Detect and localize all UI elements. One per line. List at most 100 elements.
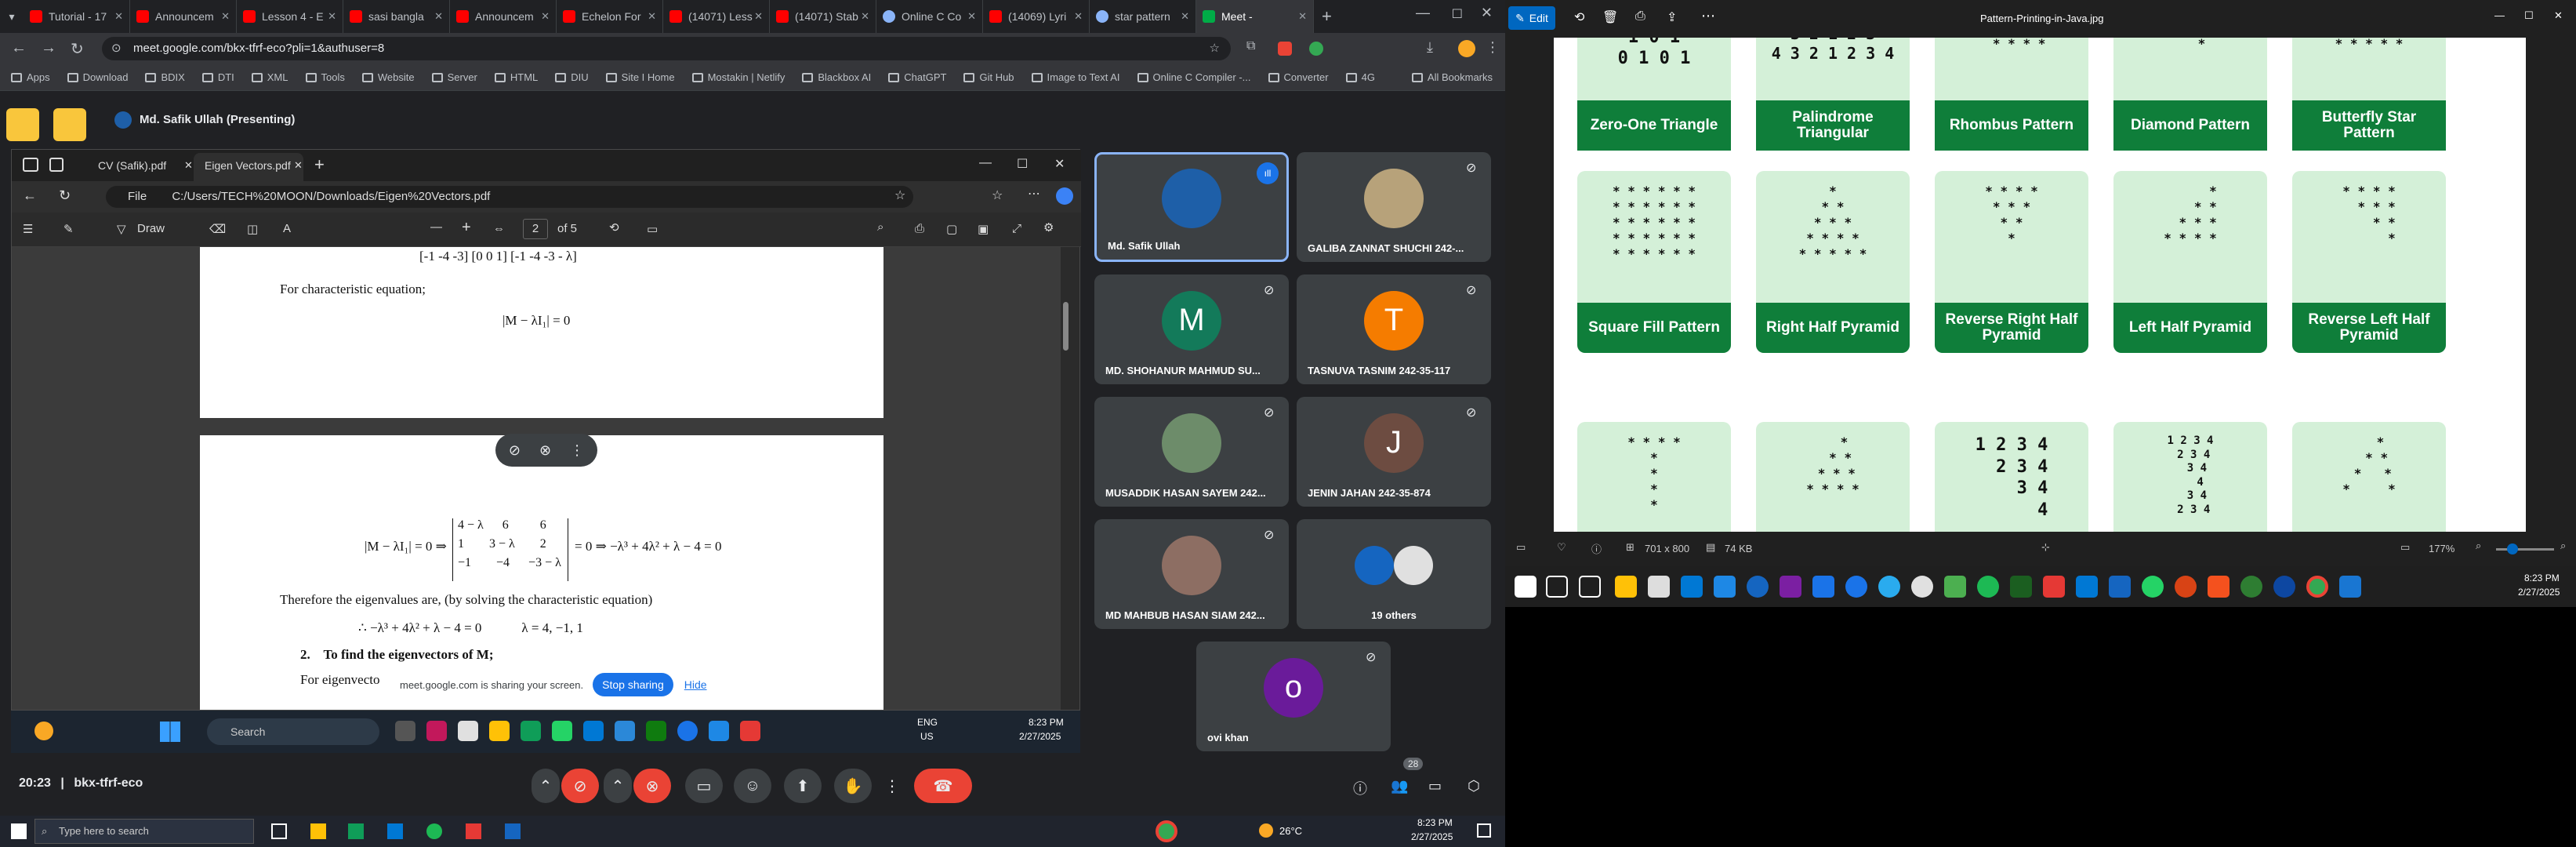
participant-tile[interactable]: J JENIN JAHAN 242-35-874 ⊘ — [1297, 397, 1491, 507]
info-icon[interactable]: ⓘ — [1591, 541, 1602, 556]
audio-options-icon[interactable]: ⌃ — [532, 769, 560, 803]
windows-start-icon[interactable] — [1515, 576, 1537, 598]
pdf-star-icon[interactable]: ☆ — [894, 187, 905, 203]
pdf-scrollbar[interactable] — [1061, 247, 1070, 710]
edge-icon[interactable] — [2273, 576, 2295, 598]
profile-avatar[interactable] — [1458, 40, 1475, 57]
tab-close-icon[interactable]: ✕ — [114, 10, 123, 23]
app-icon[interactable] — [2240, 576, 2262, 598]
pdf-minimize-button[interactable]: — — [979, 156, 992, 170]
info-icon[interactable]: ⓘ — [1353, 778, 1367, 798]
url-input[interactable]: ⊙ meet.google.com/bkx-tfrf-eco?pli=1&aut… — [102, 37, 1231, 60]
print-icon[interactable]: ⎙ — [1635, 9, 1645, 24]
people-icon[interactable]: 👥 — [1391, 778, 1408, 794]
tab-close-icon[interactable]: ✕ — [221, 10, 230, 23]
pdf-scroll-thumb[interactable] — [1063, 302, 1068, 351]
leave-call-button[interactable]: ☎ — [914, 769, 972, 803]
window-maximize-button[interactable]: ☐ — [1452, 6, 1463, 22]
present-screen-button[interactable]: ⬆ — [784, 769, 822, 803]
browser-tab[interactable]: sasi bangla ✕ — [343, 0, 450, 33]
windows-start-icon[interactable] — [11, 823, 27, 839]
app-icon[interactable] — [426, 721, 447, 741]
view-icon[interactable]: ◫ — [247, 222, 258, 236]
bookmark-item[interactable]: 4G — [1345, 71, 1375, 83]
app-icon[interactable] — [458, 721, 478, 741]
edit-button[interactable]: ✎ Edit — [1508, 6, 1555, 30]
browser-tab[interactable]: (14071) Stab ✕ — [770, 0, 876, 33]
back-icon[interactable]: ← — [11, 39, 27, 57]
browser-tab[interactable]: Meet - ✕ — [1196, 0, 1314, 33]
tab-close-icon[interactable]: ✕ — [328, 10, 336, 23]
raise-hand-button[interactable]: ✋ — [834, 769, 872, 803]
bookmark-item[interactable]: DTI — [201, 71, 234, 83]
taskbar-app-icon[interactable] — [348, 823, 364, 839]
extension-red-icon[interactable] — [1278, 42, 1292, 56]
app-icon[interactable] — [1944, 576, 1966, 598]
delete-icon[interactable]: 🗑 — [1602, 9, 1618, 25]
taskbar-app-icon[interactable] — [466, 823, 481, 839]
tab-close-icon[interactable]: ✕ — [541, 10, 550, 23]
app-icon[interactable] — [1845, 576, 1867, 598]
browser-tab[interactable]: Lesson 4 - E ✕ — [237, 0, 343, 33]
taskbar-app-icon[interactable] — [426, 823, 442, 839]
participant-tile[interactable]: 19 others — [1297, 519, 1491, 629]
aspect-icon[interactable]: ▭ — [2400, 541, 2410, 554]
folder-icon[interactable] — [489, 721, 510, 741]
save-icon[interactable]: ▢ — [946, 222, 957, 236]
telegram-icon[interactable] — [1878, 576, 1900, 598]
app-icon[interactable] — [615, 721, 635, 741]
tab-close-icon[interactable]: ✕ — [1181, 10, 1189, 23]
bookmark-item[interactable]: Download — [67, 71, 128, 83]
erase-icon[interactable]: ⌫ — [209, 222, 226, 236]
app-icon[interactable] — [646, 721, 666, 741]
pdf-tab-actions-icon[interactable] — [49, 158, 63, 172]
participant-tile[interactable]: GALIBA ZANNAT SHUCHI 242-... ⊘ — [1297, 152, 1491, 262]
bookmark-item[interactable]: Tools — [305, 71, 345, 83]
bookmark-item[interactable]: Server — [431, 71, 477, 83]
zoom-slider-thumb[interactable] — [2507, 543, 2518, 554]
outlook-icon[interactable] — [583, 721, 604, 741]
tab-eigen-pdf[interactable]: Eigen Vectors.pdf — [194, 153, 303, 181]
zoom-out-icon[interactable]: — — [430, 220, 442, 234]
taskview-icon[interactable] — [1579, 576, 1601, 598]
reload-icon[interactable]: ↻ — [71, 39, 84, 59]
share-icon[interactable]: ⇪ — [1667, 9, 1677, 25]
pdf-document-canvas[interactable]: [-1 -4 -3] [0 0 1] [-1 -4 -3 - λ] For ch… — [12, 247, 1070, 710]
browser-tab[interactable]: Tutorial - 17 ✕ — [24, 0, 130, 33]
image-canvas[interactable]: 0 1 1 0 1 0 1 0 1 Zero-One Triangle2 1 2… — [1554, 38, 2526, 532]
tab-close-icon[interactable]: ✕ — [434, 10, 443, 23]
whatsapp-icon[interactable] — [2142, 576, 2164, 598]
participant-tile[interactable]: M MD. SHOHANUR MAHMUD SU... ⊘ — [1094, 274, 1289, 384]
read-aloud-icon[interactable]: A — [283, 222, 291, 235]
taskbar-search-box[interactable]: ⌕ Type here to search — [34, 819, 254, 844]
camera-off-button[interactable]: ⊗ — [633, 769, 671, 803]
photos-icon[interactable] — [2339, 576, 2361, 598]
bookmark-item[interactable]: ChatGPT — [888, 71, 946, 83]
page-number-input[interactable]: 2 — [523, 219, 548, 239]
pdf-url-input[interactable]: File C:/Users/TECH%20MOON/Downloads/Eige… — [106, 186, 913, 208]
bookmark-item[interactable]: Apps — [11, 71, 50, 83]
draw-label[interactable]: Draw — [137, 222, 165, 235]
download-icon[interactable]: ⤓ — [1427, 39, 1433, 56]
app-icon[interactable] — [709, 721, 729, 741]
taskview-icon[interactable] — [395, 721, 415, 741]
window-close-button[interactable]: ✕ — [1481, 5, 1493, 21]
participant-tile[interactable]: MUSADDIK HASAN SAYEM 242... ⊘ — [1094, 397, 1289, 507]
rotate-icon[interactable]: ⟲ — [609, 220, 619, 234]
bookmark-item[interactable]: Online C Compiler -... — [1137, 71, 1251, 83]
bookmark-star-icon[interactable]: ☆ — [1210, 37, 1220, 60]
highlight-icon[interactable]: ✎ — [63, 222, 74, 236]
search-icon[interactable] — [1546, 576, 1568, 598]
new-tab-button[interactable]: + — [1322, 6, 1332, 27]
bookmark-item[interactable]: Website — [361, 71, 415, 83]
forward-icon[interactable]: → — [41, 39, 56, 57]
copilot-icon[interactable] — [1056, 187, 1073, 205]
participant-tile[interactable]: o ovi khan ⊘ — [1196, 642, 1391, 751]
rotate-icon[interactable]: ⟲ — [1574, 9, 1584, 25]
browser-tab[interactable]: Announcem ✕ — [450, 0, 557, 33]
page-view-icon[interactable]: ▭ — [647, 222, 658, 236]
app-icon[interactable] — [2043, 576, 2065, 598]
bookmark-item[interactable]: DIU — [555, 71, 589, 83]
zoom-in-icon[interactable]: ⌕ — [2560, 540, 2566, 552]
bookmark-item[interactable]: Blackbox AI — [802, 71, 871, 83]
